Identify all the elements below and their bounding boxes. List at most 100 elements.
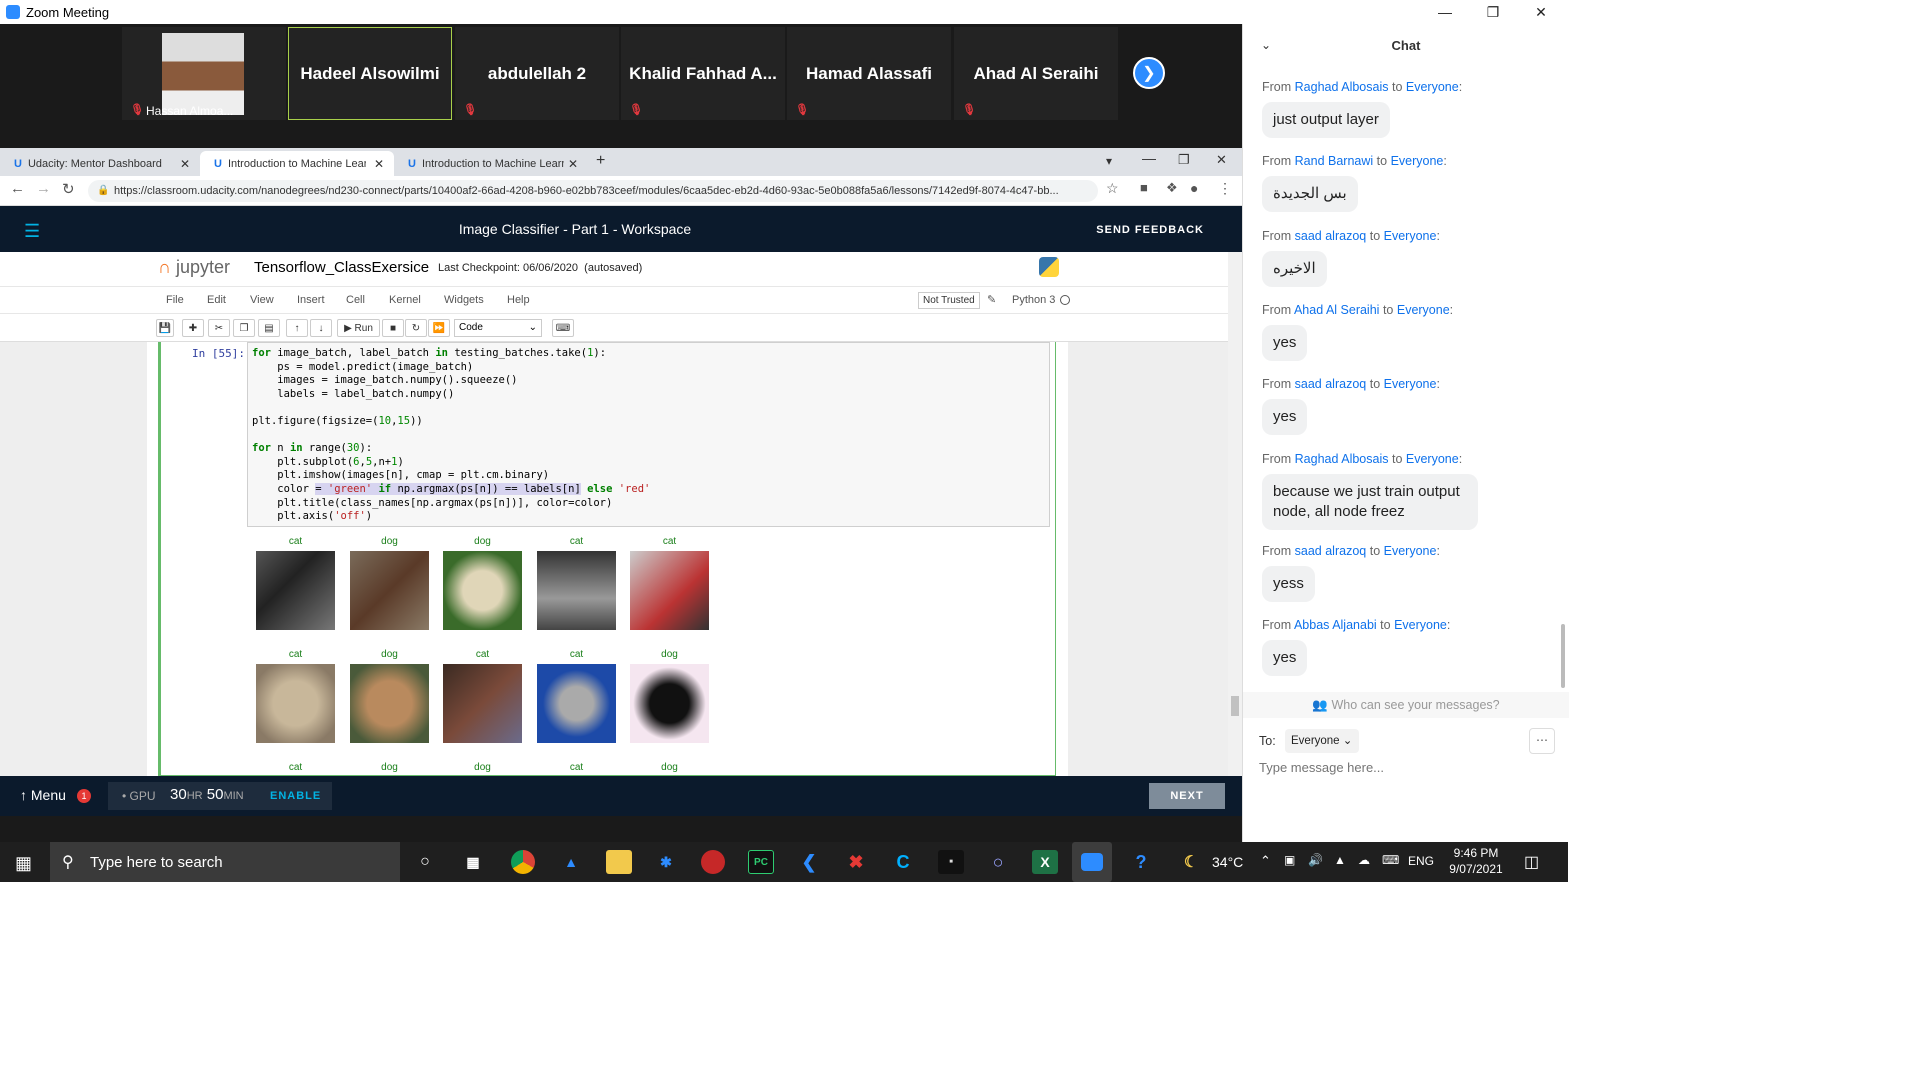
next-button[interactable]: NEXT bbox=[1149, 783, 1225, 809]
menu-kernel[interactable]: Kernel bbox=[389, 294, 421, 306]
participant-tile[interactable]: Hamad Alassafi 🎙 bbox=[787, 27, 951, 120]
sender-name[interactable]: Raghad Albosais bbox=[1295, 80, 1389, 94]
tray-chevron-up-icon[interactable]: ⌃ bbox=[1260, 853, 1271, 869]
close-tab-icon[interactable]: ✕ bbox=[374, 157, 384, 171]
onedrive-icon[interactable]: ☁ bbox=[1358, 853, 1370, 867]
edit-pencil-icon[interactable]: ✎ bbox=[987, 293, 996, 306]
participant-tile[interactable]: abdulellah 2 🎙 bbox=[455, 27, 619, 120]
move-up-icon[interactable]: ↑ bbox=[286, 319, 308, 337]
save-icon[interactable]: 💾 bbox=[156, 319, 174, 337]
participant-tile[interactable]: Hadeel Alsowilmi bbox=[288, 27, 452, 120]
participant-tile[interactable]: 🎙 Hassan Almoa... bbox=[122, 27, 286, 120]
pycharm-icon[interactable]: PC bbox=[748, 850, 774, 874]
paste-icon[interactable]: ▤ bbox=[258, 319, 280, 337]
excel-icon[interactable]: X bbox=[1032, 850, 1058, 874]
puzzle-icon[interactable]: ❖ bbox=[1166, 180, 1178, 196]
send-feedback-button[interactable]: SEND FEEDBACK bbox=[1096, 224, 1204, 236]
menu-file[interactable]: File bbox=[166, 294, 184, 306]
participant-tile[interactable]: Khalid Fahhad A... 🎙 bbox=[621, 27, 785, 120]
minimize-button[interactable]: — bbox=[1422, 0, 1468, 24]
fast-forward-icon[interactable]: ⏩ bbox=[428, 319, 450, 337]
help-icon[interactable]: ? bbox=[1128, 850, 1154, 874]
who-can-see-link[interactable]: 👥 Who can see your messages? bbox=[1243, 692, 1569, 718]
chat-scrollbar[interactable] bbox=[1561, 624, 1565, 688]
browser-close-button[interactable]: ✕ bbox=[1216, 152, 1227, 168]
more-options-icon[interactable]: ⋯ bbox=[1529, 728, 1555, 754]
clock[interactable]: 9:46 PM 9/07/2021 bbox=[1446, 845, 1506, 877]
app-x-icon[interactable]: ✖ bbox=[843, 850, 869, 874]
app-c-icon[interactable]: C bbox=[890, 850, 916, 874]
keyboard-icon[interactable]: ⌨ bbox=[552, 319, 574, 337]
tor-icon[interactable]: ○ bbox=[985, 850, 1011, 874]
scrollbar-thumb[interactable] bbox=[1231, 696, 1239, 716]
zoom-active-icon[interactable] bbox=[1072, 842, 1112, 882]
menu-widgets[interactable]: Widgets bbox=[444, 294, 484, 306]
browser-tab[interactable]: U Introduction to Machine Learning ✕ bbox=[200, 151, 394, 176]
close-tab-icon[interactable]: ✕ bbox=[180, 157, 190, 171]
network-icon[interactable]: ▣ bbox=[1284, 853, 1295, 867]
sender-name[interactable]: Raghad Albosais bbox=[1295, 452, 1389, 466]
forward-icon[interactable]: → bbox=[36, 180, 51, 197]
notebook-name[interactable]: Tensorflow_ClassExersice bbox=[254, 259, 429, 276]
app-icon[interactable]: ▲ bbox=[558, 850, 584, 874]
task-view-icon[interactable]: ▦ bbox=[460, 850, 486, 874]
run-button[interactable]: ▶ Run bbox=[337, 319, 380, 337]
recipient-dropdown[interactable]: Everyone ⌄ bbox=[1285, 729, 1359, 753]
menu-view[interactable]: View bbox=[250, 294, 274, 306]
enable-gpu-button[interactable]: ENABLE bbox=[270, 790, 321, 802]
browser-restore-button[interactable]: ❐ bbox=[1178, 152, 1190, 168]
menu-insert[interactable]: Insert bbox=[297, 294, 325, 306]
keyboard-tray-icon[interactable]: ⌨ bbox=[1382, 853, 1399, 867]
vscode-icon[interactable]: ❮ bbox=[796, 850, 822, 874]
move-down-icon[interactable]: ↓ bbox=[310, 319, 332, 337]
reload-icon[interactable]: ↻ bbox=[62, 180, 75, 198]
language-indicator[interactable]: ENG bbox=[1408, 854, 1434, 868]
back-icon[interactable]: ← bbox=[10, 180, 25, 197]
taskbar-search-input[interactable] bbox=[90, 850, 390, 874]
trust-status-button[interactable]: Not Trusted bbox=[918, 292, 980, 309]
browser-tab[interactable]: U Introduction to Machine Learning ✕ bbox=[394, 151, 588, 176]
notebook-scrollbar[interactable] bbox=[1228, 252, 1242, 776]
restart-icon[interactable]: ↻ bbox=[405, 319, 427, 337]
notification-center-icon[interactable]: ◫ bbox=[1524, 852, 1539, 872]
app-dark-icon[interactable]: ■ bbox=[938, 850, 964, 874]
restore-button[interactable]: ❐ bbox=[1470, 0, 1516, 24]
menu-help[interactable]: Help bbox=[507, 294, 530, 306]
next-page-arrow-icon[interactable]: ❯ bbox=[1133, 57, 1165, 89]
bluetooth-icon[interactable]: ✱ bbox=[653, 850, 679, 874]
cortana-icon[interactable]: ○ bbox=[412, 850, 438, 874]
browser-minimize-button[interactable]: — bbox=[1142, 150, 1156, 166]
cell-type-select[interactable]: Code ⌄ bbox=[454, 319, 542, 337]
extension-icon[interactable]: ■ bbox=[1140, 180, 1148, 195]
sender-name[interactable]: Rand Barnawi bbox=[1295, 154, 1374, 168]
volume-icon[interactable]: 🔊 bbox=[1308, 853, 1323, 867]
sender-name[interactable]: Ahad Al Seraihi bbox=[1294, 303, 1379, 317]
code-editor[interactable]: for image_batch, label_batch in testing_… bbox=[247, 342, 1050, 527]
menu-button[interactable]: ↑ Menu bbox=[20, 787, 66, 803]
sender-name[interactable]: Abbas Aljanabi bbox=[1294, 618, 1377, 632]
chrome-icon[interactable] bbox=[511, 850, 535, 874]
app-red-icon[interactable] bbox=[701, 850, 725, 874]
windows-start-icon[interactable]: ▦ bbox=[15, 853, 32, 874]
tab-search-icon[interactable]: ▾ bbox=[1106, 154, 1112, 168]
participant-tile[interactable]: Ahad Al Seraihi 🎙 bbox=[954, 27, 1118, 120]
file-explorer-icon[interactable] bbox=[606, 850, 632, 874]
profile-icon[interactable]: ● bbox=[1190, 180, 1198, 196]
sender-name[interactable]: saad alrazoq bbox=[1295, 229, 1367, 243]
more-menu-icon[interactable]: ⋮ bbox=[1218, 180, 1232, 197]
cut-icon[interactable]: ✂ bbox=[208, 319, 230, 337]
close-tab-icon[interactable]: ✕ bbox=[568, 157, 578, 171]
new-tab-icon[interactable]: + bbox=[596, 152, 605, 170]
menu-edit[interactable]: Edit bbox=[207, 294, 226, 306]
insert-cell-icon[interactable]: ✚ bbox=[182, 319, 204, 337]
bookmark-star-icon[interactable]: ☆ bbox=[1106, 180, 1119, 197]
wifi-icon[interactable]: ▲ bbox=[1334, 853, 1346, 867]
taskbar-search[interactable]: ⚲ bbox=[50, 842, 400, 882]
sender-name[interactable]: saad alrazoq bbox=[1295, 544, 1367, 558]
browser-tab[interactable]: U Udacity: Mentor Dashboard ✕ bbox=[0, 151, 200, 176]
close-button[interactable]: ✕ bbox=[1518, 0, 1564, 24]
copy-icon[interactable]: ❐ bbox=[233, 319, 255, 337]
stop-icon[interactable]: ■ bbox=[382, 319, 404, 337]
url-field[interactable]: 🔒 https://classroom.udacity.com/nanodegr… bbox=[88, 180, 1098, 202]
sender-name[interactable]: saad alrazoq bbox=[1295, 377, 1367, 391]
